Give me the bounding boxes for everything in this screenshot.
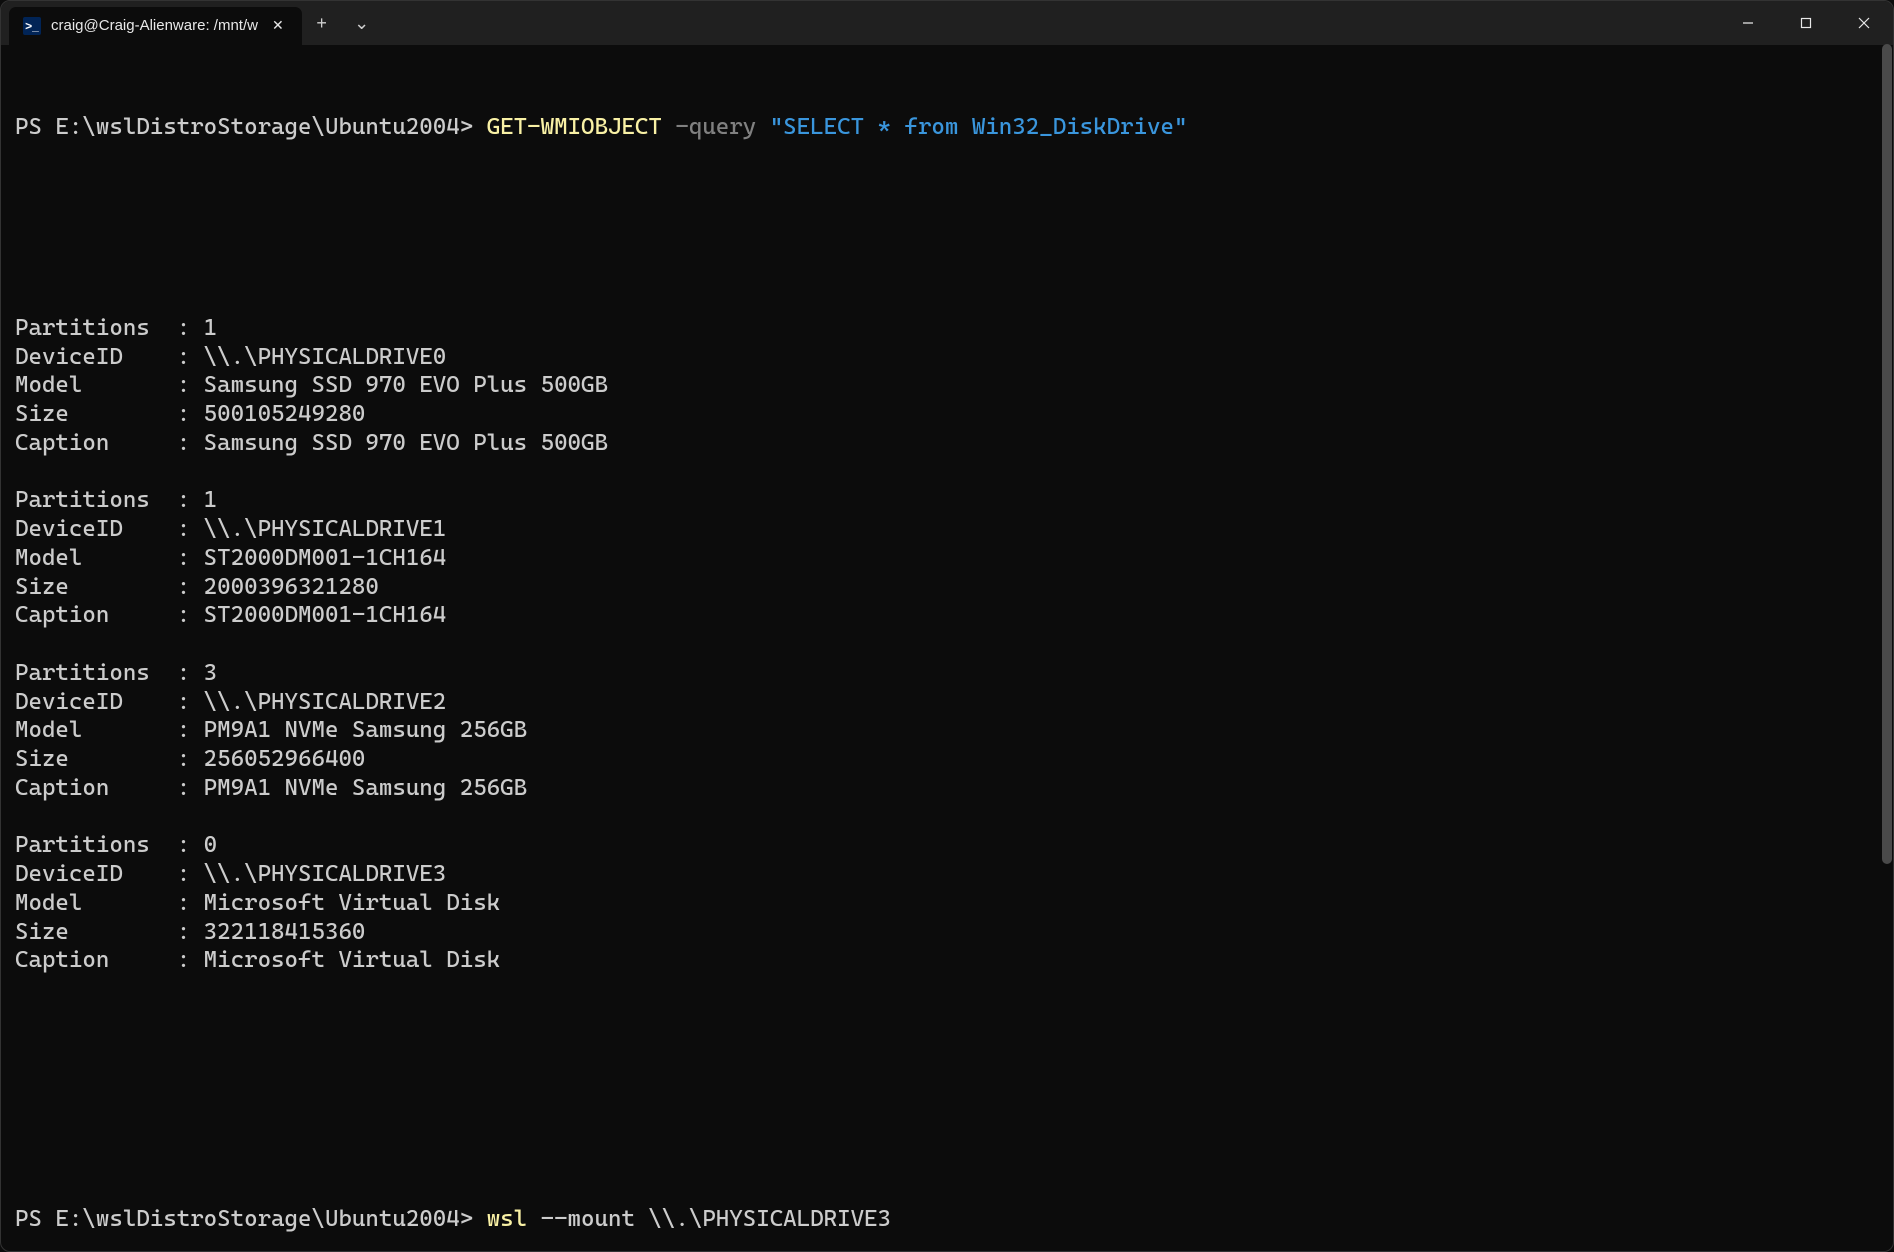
kv-line: Partitions : 3 [15,659,1879,688]
kv-line: Caption : Samsung SSD 970 EVO Plus 500GB [15,429,1879,458]
kv-line: Caption : PM9A1 NVMe Samsung 256GB [15,774,1879,803]
kv-line: Model : Microsoft Virtual Disk [15,889,1879,918]
tab-active[interactable]: >_ craig@Craig-Alienware: /mnt/w ✕ [9,7,302,45]
drive-entry: Partitions : 0DeviceID : \\.\PHYSICALDRI… [15,831,1879,975]
minimize-icon [1742,17,1754,29]
tab-title: craig@Craig-Alienware: /mnt/w [51,17,258,36]
close-icon [1858,17,1870,29]
drive-entry: Partitions : 1DeviceID : \\.\PHYSICALDRI… [15,486,1879,630]
kv-line: Partitions : 1 [15,314,1879,343]
powershell-icon: >_ [23,17,41,35]
window-controls [1719,1,1893,45]
titlebar-drag-area[interactable] [382,1,1719,45]
kv-line: Partitions : 0 [15,831,1879,860]
prompt-line-2: PS E:\wslDistroStorage\Ubuntu2004> wsl -… [15,1205,1879,1234]
terminal-pane[interactable]: PS E:\wslDistroStorage\Ubuntu2004> GET-W… [1,45,1893,1251]
kv-line: Model : PM9A1 NVMe Samsung 256GB [15,716,1879,745]
kv-line: DeviceID : \\.\PHYSICALDRIVE1 [15,515,1879,544]
drive-entry: Partitions : 3DeviceID : \\.\PHYSICALDRI… [15,659,1879,803]
kv-line: Caption : ST2000DM001-1CH164 [15,601,1879,630]
drive-entry: Partitions : 1DeviceID : \\.\PHYSICALDRI… [15,314,1879,458]
kv-line: DeviceID : \\.\PHYSICALDRIVE2 [15,688,1879,717]
vertical-scrollbar[interactable] [1882,44,1892,864]
wmi-output: Partitions : 1DeviceID : \\.\PHYSICALDRI… [15,314,1879,975]
tab-strip: >_ craig@Craig-Alienware: /mnt/w ✕ [1,1,302,45]
kv-line: Size : 256052966400 [15,745,1879,774]
close-tab-icon[interactable]: ✕ [268,13,288,39]
kv-line: Size : 322118415360 [15,918,1879,947]
maximize-icon [1800,17,1812,29]
kv-line: Model : ST2000DM001-1CH164 [15,544,1879,573]
kv-line: Size : 500105249280 [15,400,1879,429]
kv-line: DeviceID : \\.\PHYSICALDRIVE0 [15,343,1879,372]
kv-line: Size : 2000396321280 [15,573,1879,602]
kv-line: Partitions : 1 [15,486,1879,515]
minimize-button[interactable] [1719,1,1777,45]
kv-line: Model : Samsung SSD 970 EVO Plus 500GB [15,371,1879,400]
close-button[interactable] [1835,1,1893,45]
new-tab-button[interactable]: + [302,1,342,45]
terminal-window: >_ craig@Craig-Alienware: /mnt/w ✕ + ⌄ P… [0,0,1894,1252]
tab-actions: + ⌄ [302,1,382,45]
kv-line: Caption : Microsoft Virtual Disk [15,946,1879,975]
prompt-line-1: PS E:\wslDistroStorage\Ubuntu2004> GET-W… [15,113,1879,142]
tab-dropdown-button[interactable]: ⌄ [342,1,382,45]
maximize-button[interactable] [1777,1,1835,45]
kv-line: DeviceID : \\.\PHYSICALDRIVE3 [15,860,1879,889]
titlebar: >_ craig@Craig-Alienware: /mnt/w ✕ + ⌄ [1,1,1893,45]
